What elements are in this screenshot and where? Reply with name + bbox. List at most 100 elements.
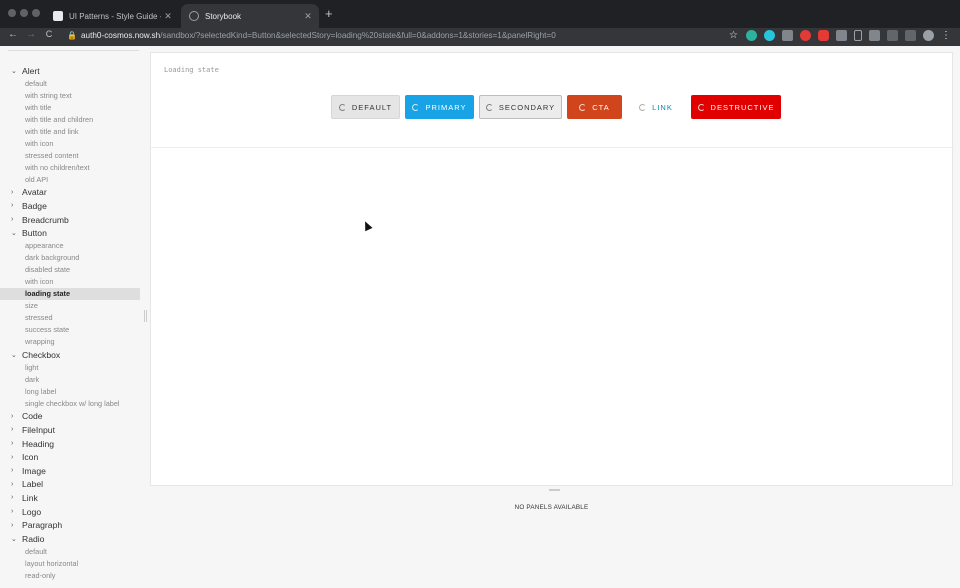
camera-extension-icon[interactable] bbox=[782, 30, 793, 41]
story-divider bbox=[151, 147, 954, 148]
extension-dark-icon[interactable] bbox=[887, 30, 898, 41]
storybook-sidebar: ⌄ Alert default with string text with title w… bbox=[0, 46, 146, 588]
default-loading-button[interactable]: DEFAULT bbox=[331, 95, 400, 119]
sidebar-story-item[interactable]: appearance bbox=[0, 240, 140, 252]
grammarly-extension-icon[interactable] bbox=[746, 30, 757, 41]
browser-menu-icon[interactable]: ⋮ bbox=[941, 30, 951, 41]
bookmark-star-icon[interactable]: ☆ bbox=[728, 30, 739, 41]
sidebar-kind-label[interactable]: › Label bbox=[0, 478, 146, 492]
destructive-loading-button[interactable]: DESTRUCTIVE bbox=[691, 95, 781, 119]
back-button[interactable]: ← bbox=[6, 29, 20, 40]
tab-close-icon[interactable]: ✕ bbox=[161, 11, 175, 22]
sidebar-kind-label: Logo bbox=[22, 506, 42, 517]
sidebar-kind-alert[interactable]: ⌄ Alert bbox=[0, 64, 146, 78]
extension-cyan-icon[interactable] bbox=[764, 30, 775, 41]
button-label: PRIMARY bbox=[425, 102, 467, 112]
tab-close-icon[interactable]: ✕ bbox=[301, 11, 315, 22]
cta-loading-button[interactable]: CTA bbox=[567, 95, 622, 119]
sidebar-kind-label: Paragraph bbox=[22, 520, 63, 531]
sidebar-story-item[interactable]: with title and children bbox=[0, 114, 140, 126]
sidebar-story-item[interactable]: with string text bbox=[0, 90, 140, 102]
sidebar-kind-badge[interactable]: › Badge bbox=[0, 199, 146, 213]
chevron-right-icon: › bbox=[11, 412, 14, 420]
window-close-dot[interactable] bbox=[8, 9, 16, 17]
sidebar-kind-link[interactable]: › Link bbox=[0, 491, 146, 505]
forward-button[interactable]: → bbox=[24, 29, 38, 40]
button-label: DESTRUCTIVE bbox=[710, 102, 775, 112]
primary-loading-button[interactable]: PRIMARY bbox=[405, 95, 474, 119]
sidebar-kind-logo[interactable]: › Logo bbox=[0, 505, 146, 519]
reload-button[interactable]: C bbox=[42, 29, 56, 39]
sidebar-story-item[interactable]: disabled state bbox=[0, 264, 140, 276]
sidebar-story-item[interactable]: single checkbox w/ long label bbox=[0, 398, 140, 410]
button-row: DEFAULT PRIMARY SECONDARY CTA LINK DESTRUCTIV… bbox=[331, 95, 786, 119]
sidebar-story-item[interactable]: with icon bbox=[0, 276, 140, 288]
sidebar-story-item[interactable]: layout horizontal bbox=[0, 558, 140, 570]
sidebar-story-item[interactable]: stressed content bbox=[0, 150, 140, 162]
url-path: /sandbox/?selectedKind=Button&selectedSt… bbox=[160, 31, 556, 40]
extension-grey-icon[interactable] bbox=[836, 30, 847, 41]
addons-panel-resize-handle[interactable] bbox=[549, 489, 560, 491]
sidebar-kind-fileinput[interactable]: › FileInput bbox=[0, 423, 146, 437]
sidebar-kind-avatar[interactable]: › Avatar bbox=[0, 186, 146, 200]
new-tab-button[interactable]: + bbox=[325, 6, 333, 21]
chevron-right-icon: › bbox=[11, 453, 14, 461]
chevron-right-icon: › bbox=[11, 426, 14, 434]
address-bar[interactable]: auth0-cosmos.now.sh/sandbox/?selectedKin… bbox=[81, 31, 556, 40]
tab-ui-patterns[interactable]: UI Patterns - Style Guide - Brand ✕ bbox=[45, 4, 179, 28]
profile-avatar-icon[interactable] bbox=[923, 30, 934, 41]
sidebar-story-item[interactable]: long label bbox=[0, 386, 140, 398]
sidebar-story-item[interactable]: wrapping bbox=[0, 336, 140, 348]
sidebar-story-item[interactable]: stressed bbox=[0, 312, 140, 324]
sidebar-kind-radio[interactable]: ⌄ Radio bbox=[0, 532, 146, 546]
gear-extension-icon[interactable] bbox=[800, 30, 811, 41]
sidebar-story-item[interactable]: default bbox=[0, 78, 140, 90]
window-minimize-dot[interactable] bbox=[20, 9, 28, 17]
sidebar-kind-checkbox[interactable]: ⌄ Checkbox bbox=[0, 348, 146, 362]
sidebar-kind-breadcrumb[interactable]: › Breadcrumb bbox=[0, 213, 146, 227]
sidebar-story-item[interactable]: default bbox=[0, 546, 140, 558]
style-guide-favicon-icon bbox=[53, 11, 63, 21]
sidebar-kind-label: Checkbox bbox=[22, 349, 61, 360]
spinner-icon bbox=[412, 103, 420, 111]
extension-box-icon[interactable] bbox=[869, 30, 880, 41]
sidebar-kind-label: Radio bbox=[22, 533, 45, 544]
sidebar-story-item[interactable]: with title bbox=[0, 102, 140, 114]
window-zoom-dot[interactable] bbox=[32, 9, 40, 17]
tab-storybook[interactable]: Storybook ✕ bbox=[181, 4, 319, 28]
story-heading: Loading state bbox=[164, 66, 219, 74]
chevron-right-icon: › bbox=[11, 188, 14, 196]
spinner-icon bbox=[338, 103, 346, 111]
sidebar-story-item[interactable]: with icon bbox=[0, 138, 140, 150]
button-label: LINK bbox=[652, 102, 673, 112]
chevron-right-icon: › bbox=[11, 508, 14, 516]
button-label: DEFAULT bbox=[351, 102, 393, 112]
shield-extension-icon[interactable] bbox=[818, 30, 829, 41]
sidebar-kind-icon[interactable]: › Icon bbox=[0, 450, 146, 464]
phone-extension-icon[interactable] bbox=[854, 30, 862, 41]
sidebar-story-item[interactable]: light bbox=[0, 362, 140, 374]
sidebar-kind-button[interactable]: ⌄ Button bbox=[0, 226, 146, 240]
chevron-right-icon: › bbox=[11, 440, 14, 448]
sidebar-kind-code[interactable]: › Code bbox=[0, 410, 146, 424]
sidebar-kind-image[interactable]: › Image bbox=[0, 464, 146, 478]
sidebar-story-item[interactable]: dark bbox=[0, 374, 140, 386]
secondary-loading-button[interactable]: SECONDARY bbox=[479, 95, 562, 119]
tab-label: Storybook bbox=[205, 11, 242, 21]
sidebar-story-item[interactable]: dark background bbox=[0, 252, 140, 264]
sidebar-kind-paragraph[interactable]: › Paragraph bbox=[0, 518, 146, 532]
sidebar-story-item[interactable]: read-only bbox=[0, 570, 140, 582]
chevron-down-icon: ⌄ bbox=[11, 535, 17, 543]
sidebar-story-item[interactable]: with title and link bbox=[0, 126, 140, 138]
sidebar-kind-label: Code bbox=[22, 411, 43, 422]
sidebar-resize-handle[interactable] bbox=[144, 310, 147, 322]
sidebar-kind-heading[interactable]: › Heading bbox=[0, 437, 146, 451]
loading-favicon-icon bbox=[189, 11, 199, 21]
extension-disabled-icon[interactable] bbox=[905, 30, 916, 41]
sidebar-story-item[interactable]: loading state bbox=[0, 287, 140, 300]
sidebar-story-item[interactable]: old API bbox=[0, 174, 140, 186]
sidebar-story-item[interactable]: size bbox=[0, 300, 140, 312]
sidebar-story-item[interactable]: with no children/text bbox=[0, 162, 140, 174]
link-loading-button[interactable]: LINK bbox=[627, 95, 685, 119]
sidebar-story-item[interactable]: success state bbox=[0, 324, 140, 336]
